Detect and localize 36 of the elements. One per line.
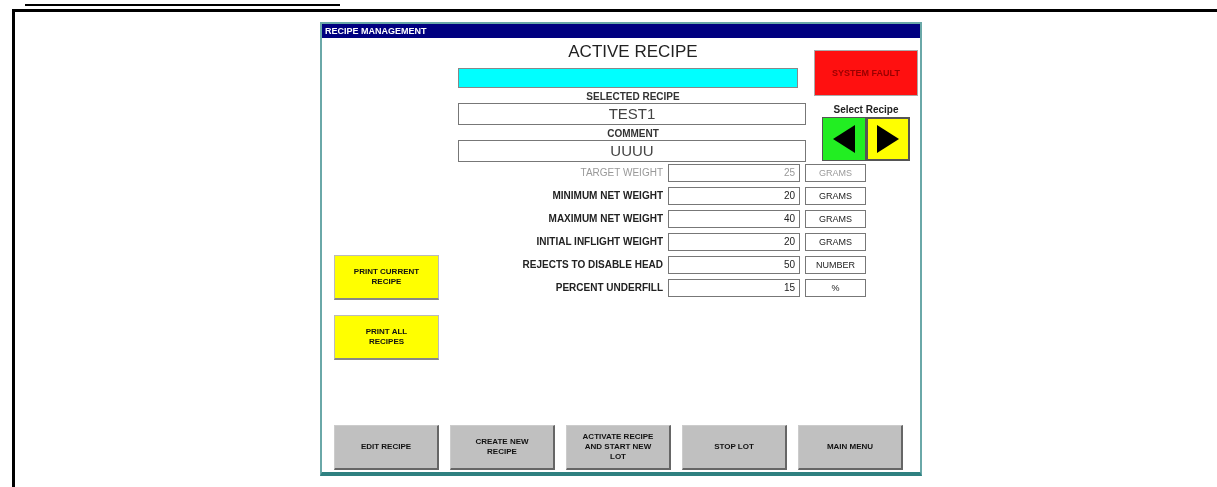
parameter-label: INITIAL INFLIGHT WEIGHT bbox=[535, 235, 663, 249]
unit-label: GRAMS bbox=[805, 187, 866, 205]
menu-button[interactable]: EDIT RECIPE bbox=[334, 425, 439, 470]
selected-recipe-label: SELECTED RECIPE bbox=[586, 91, 680, 103]
unit-label: GRAMS bbox=[805, 210, 866, 228]
select-recipe-label: Select Recipe bbox=[833, 104, 899, 115]
parameter-field: 25 bbox=[668, 164, 800, 182]
print-button[interactable]: PRINT ALL RECIPES bbox=[334, 315, 439, 360]
right-triangle-icon bbox=[875, 124, 901, 154]
parameter-label: MINIMUM NET WEIGHT bbox=[551, 189, 663, 203]
parameter-label: PERCENT UNDERFILL bbox=[554, 281, 663, 295]
menu-button[interactable]: ACTIVATE RECIPE AND START NEW LOT bbox=[566, 425, 671, 470]
menu-button[interactable]: MAIN MENU bbox=[798, 425, 903, 470]
unit-label: % bbox=[805, 279, 866, 297]
menu-button[interactable]: STOP LOT bbox=[682, 425, 787, 470]
parameter-label: MAXIMUM NET WEIGHT bbox=[547, 212, 663, 226]
comment-label: COMMENT bbox=[607, 128, 659, 140]
parameter-label: TARGET WEIGHT bbox=[579, 166, 663, 180]
next-button[interactable] bbox=[866, 117, 910, 161]
unit-label: NUMBER bbox=[805, 256, 866, 274]
unit-label: GRAMS bbox=[805, 233, 866, 251]
unit-label: GRAMS bbox=[805, 164, 866, 182]
parameter-field[interactable]: 50 bbox=[668, 256, 800, 274]
parameter-field[interactable]: 20 bbox=[668, 187, 800, 205]
left-triangle-icon bbox=[831, 124, 857, 154]
parameter-field[interactable]: 15 bbox=[668, 279, 800, 297]
active-recipe-heading: ACTIVE RECIPE bbox=[568, 42, 698, 63]
parameter-label: REJECTS TO DISABLE HEAD bbox=[521, 258, 663, 272]
window-title: RECIPE MANAGEMENT bbox=[322, 24, 920, 38]
parameter-field[interactable]: 20 bbox=[668, 233, 800, 251]
menu-button[interactable]: CREATE NEW RECIPE bbox=[450, 425, 555, 470]
print-button[interactable]: PRINT CURRENT RECIPE bbox=[334, 255, 439, 300]
parameter-field[interactable]: 40 bbox=[668, 210, 800, 228]
selected-recipe-field[interactable]: TEST1 bbox=[458, 103, 806, 125]
comment-field[interactable]: UUUU bbox=[458, 140, 806, 162]
previous-button[interactable] bbox=[822, 117, 866, 161]
